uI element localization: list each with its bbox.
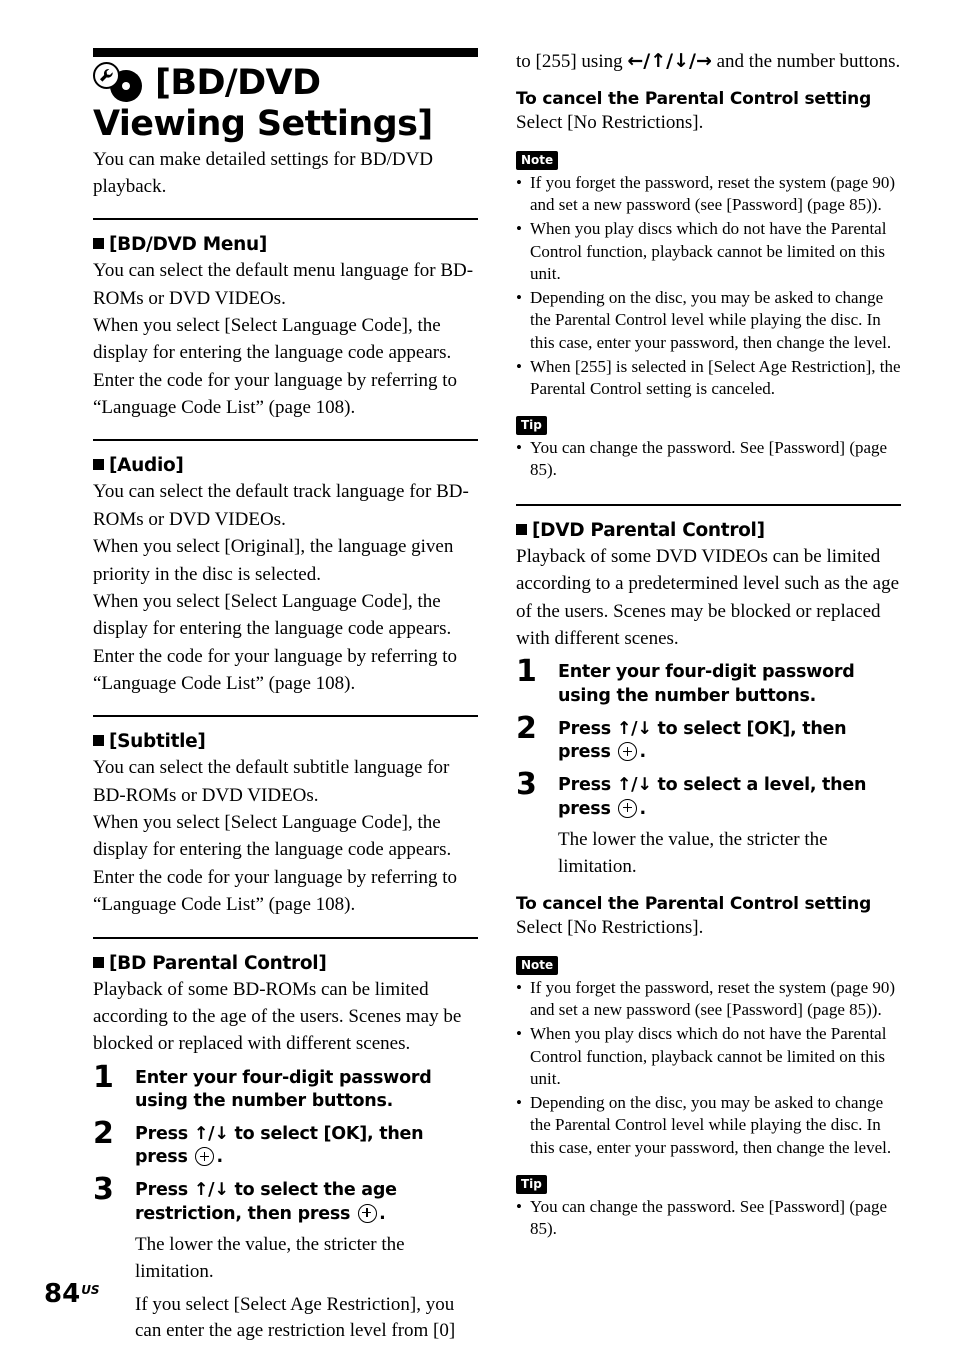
section-heading-text: [BD/DVD Menu] [109,234,267,256]
list-item: If you forget the password, reset the sy… [516,172,901,217]
section-divider [93,439,478,442]
section-divider [93,936,478,939]
step-item: 1 Enter your four-digit password using t… [516,657,901,708]
step-text-before: Press ↑/↓ to select [OK], then press [135,1123,424,1168]
section-heading-subtitle: [Subtitle] [93,731,478,752]
note-list: If you forget the password, reset the sy… [516,172,901,401]
step-text: Enter your four-digit password using the… [135,1067,432,1112]
list-item: Depending on the disc, you may be asked … [516,1092,901,1160]
paragraph: When you select [Select Language Code], … [93,812,458,916]
paragraph: You can select the default subtitle lang… [93,757,450,806]
step-text-after: . [639,742,646,763]
step-item: 2 Press ↑/↓ to select [OK], then press . [93,1118,478,1170]
step-number: 1 [516,654,537,690]
section-divider [516,504,901,507]
note-list: If you forget the password, reset the sy… [516,977,901,1160]
paragraph: When you select [Select Language Code], … [93,590,458,694]
step-number: 1 [93,1059,114,1095]
step-number: 3 [516,766,537,802]
step-text: Enter your four-digit password using the… [558,662,855,707]
section-heading-bd-parental-control: [BD Parental Control] [93,953,478,974]
tip-badge: Tip [516,415,547,435]
list-item: When [255] is selected in [Select Age Re… [516,356,901,401]
square-bullet-icon [516,524,527,536]
paragraph: Playback of some DVD VIDEOs can be limit… [516,546,899,650]
note-badge: Note [516,150,559,170]
section-heading-text: [DVD Parental Control] [532,520,765,542]
step-number: 2 [93,1115,114,1151]
list-item: When you play discs which do not have th… [516,218,901,286]
step-text-before: Press ↑/↓ to select [OK], then press [558,718,847,763]
wrench-icon [93,62,120,89]
step-subtext: The lower the value, the stricter the li… [135,1234,405,1282]
left-column: [BD/DVD Viewing Settings] You can make d… [93,0,478,1345]
step-text-after: . [216,1147,223,1168]
list-item: You can change the password. See [Passwo… [516,1196,901,1241]
right-column: to [255] using ←/↑/↓/→ and the number bu… [516,0,901,1242]
list-item: If you forget the password, reset the sy… [516,977,901,1022]
section-heading-text: [BD Parental Control] [109,952,327,974]
continued-paragraph: to [255] using ←/↑/↓/→ and the number bu… [516,48,901,75]
step-text: Press ↑/↓ to select [OK], then press . [558,718,901,765]
page-number: 84US [44,1281,100,1307]
continued-text-before: to [255] using [516,51,628,72]
enter-button-icon [358,1203,378,1223]
cancel-setting-heading: To cancel the Parental Control setting [516,894,872,915]
intro-paragraph: You can make detailed settings for BD/DV… [93,148,434,197]
step-item: 3 Press ↑/↓ to select the age restrictio… [93,1175,478,1345]
tip-list: You can change the password. See [Passwo… [516,437,901,482]
section-heading-dvd-parental-control: [DVD Parental Control] [516,520,901,541]
step-item: 2 Press ↑/↓ to select [OK], then press . [516,713,901,765]
square-bullet-icon [93,956,104,968]
enter-button-icon [618,742,638,762]
step-number: 2 [516,710,537,746]
paragraph: Playback of some BD-ROMs can be limited … [93,978,462,1055]
manual-page: [BD/DVD Viewing Settings] You can make d… [0,0,954,1352]
step-text-after: . [639,798,646,819]
title-top-rule [93,48,478,57]
page-number-value: 84 [44,1279,81,1309]
section-heading-text: [Audio] [109,455,184,477]
step-number: 3 [93,1172,114,1208]
enter-button-icon [195,1147,215,1167]
step-item: 3 Press ↑/↓ to select a level, then pres… [516,769,901,880]
cancel-setting-heading: To cancel the Parental Control setting [516,89,872,110]
continued-text-after: and the number buttons. [711,51,901,72]
list-item: When you play discs which do not have th… [516,1023,901,1091]
enter-button-icon [618,798,638,818]
step-text-after: . [379,1203,386,1224]
paragraph: You can select the default menu language… [93,260,474,309]
page-title: [BD/DVD Viewing Settings] [93,62,478,146]
page-region-suffix: US [81,1283,100,1297]
section-divider [93,715,478,718]
section-divider [93,218,478,221]
step-item: 1 Enter your four-digit password using t… [93,1062,478,1114]
step-text: Press ↑/↓ to select the age restriction,… [135,1179,478,1226]
direction-arrows-icon: ←/↑/↓/→ [627,50,712,72]
square-bullet-icon [93,459,104,471]
step-subtext: The lower the value, the stricter the li… [558,829,828,877]
section-heading-audio: [Audio] [93,455,478,476]
note-badge: Note [516,955,559,975]
list-item: Depending on the disc, you may be asked … [516,287,901,355]
step-text: Press ↑/↓ to select a level, then press … [558,774,901,821]
list-item: You can change the password. See [Passwo… [516,437,901,482]
paragraph: When you select [Original], the language… [93,536,454,585]
step-text-before: Press ↑/↓ to select a level, then press [558,774,867,819]
tip-list: You can change the password. See [Passwo… [516,1196,901,1241]
section-heading-bd-dvd-menu: [BD/DVD Menu] [93,234,478,255]
cancel-setting-body: Select [No Restrictions]. [516,917,704,939]
section-heading-text: [Subtitle] [109,731,206,753]
step-text: Press ↑/↓ to select [OK], then press . [135,1123,478,1170]
paragraph: When you select [Select Language Code], … [93,315,458,419]
step-subtext: If you select [Select Age Restriction], … [135,1293,456,1342]
square-bullet-icon [93,238,104,250]
square-bullet-icon [93,735,104,747]
tip-badge: Tip [516,1174,547,1194]
step-text-before: Press ↑/↓ to select the age restriction,… [135,1180,397,1224]
paragraph: You can select the default track languag… [93,481,469,530]
title-icon-group [93,62,155,102]
cancel-setting-body: Select [No Restrictions]. [516,112,704,134]
